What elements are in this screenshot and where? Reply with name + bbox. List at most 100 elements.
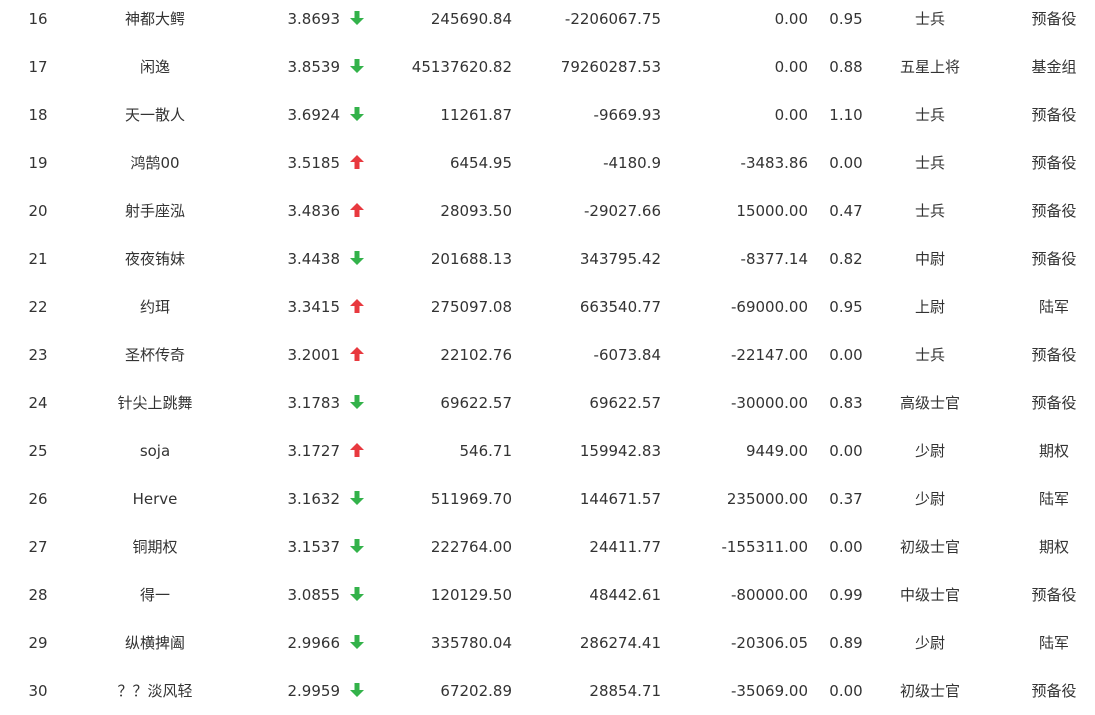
value-1-cell: 275097.08 [430, 298, 512, 316]
arrow-down-icon [346, 571, 368, 619]
group-cell: 基金组 [1031, 58, 1077, 76]
arrow-down-icon [346, 667, 368, 715]
score-cell: 2.9959 [287, 682, 341, 700]
name-cell: Herve [132, 490, 178, 508]
group-cell: 预备役 [1031, 346, 1077, 364]
score-cell: 3.6924 [287, 106, 341, 124]
table-row[interactable]: 25 soja 3.1727 546.71 159942.83 9449.00 0.00 少尉… [0, 427, 1095, 475]
table-row[interactable]: 19 鸿鹄00 3.5185 6454.95 -4180.9 -3483.86 0.00 士兵… [0, 139, 1095, 187]
score-cell: 3.1783 [287, 394, 341, 412]
table-row[interactable]: 23 圣杯传奇 3.2001 22102.76 -6073.84 -22147.00 0.0… [0, 331, 1095, 379]
name-cell: 铜期权 [132, 538, 178, 556]
table-row[interactable]: 28 得一 3.0855 120129.50 48442.61 -80000.00 0.99… [0, 571, 1095, 619]
rank-title-cell: 高级士官 [899, 394, 960, 412]
ratio-cell: 0.00 [829, 538, 863, 556]
value-3-cell: 0.00 [774, 10, 808, 28]
value-1-cell: 201688.13 [430, 250, 512, 268]
rank-cell: 26 [28, 490, 48, 508]
score-cell: 3.8693 [287, 10, 341, 28]
rank-title-cell: 上尉 [914, 298, 945, 316]
name-cell: 圣杯传奇 [124, 346, 185, 364]
table-row[interactable]: 27 铜期权 3.1537 222764.00 24411.77 -155311.00 0.… [0, 523, 1095, 571]
value-2-cell: -2206067.75 [564, 10, 661, 28]
group-cell: 预备役 [1031, 682, 1077, 700]
name-cell: 天一散人 [124, 106, 185, 124]
ranking-table: 16 神都大鳄 3.8693 245690.84 -2206067.75 0.00 0.95… [0, 0, 1095, 710]
score-cell: 3.4438 [287, 250, 341, 268]
value-3-cell: 235000.00 [726, 490, 808, 508]
ratio-cell: 1.10 [829, 106, 863, 124]
score-cell: 3.5185 [287, 154, 341, 172]
table-row[interactable]: 17 闲逸 3.8539 45137620.82 79260287.53 0.00 0.88… [0, 43, 1095, 91]
rank-title-cell: 少尉 [914, 442, 945, 460]
ratio-cell: 0.47 [829, 202, 863, 220]
value-2-cell: -4180.9 [603, 154, 661, 172]
value-1-cell: 6454.95 [449, 154, 512, 172]
table-row[interactable]: 20 射手座泓 3.4836 28093.50 -29027.66 15000.00 0.4… [0, 187, 1095, 235]
value-2-cell: 663540.77 [579, 298, 661, 316]
score-cell: 2.9966 [287, 634, 341, 652]
value-3-cell: -8377.14 [740, 250, 808, 268]
value-1-cell: 69622.57 [440, 394, 512, 412]
arrow-down-icon [346, 43, 368, 91]
table-row[interactable]: 30 ？？淡风轻 2.9959 67202.89 28854.71 -35069.00 0.… [0, 667, 1095, 715]
arrow-down-icon [346, 379, 368, 427]
rank-title-cell: 中级士官 [899, 586, 960, 604]
name-cell: 鸿鹄00 [130, 154, 180, 172]
ratio-cell: 0.00 [829, 154, 863, 172]
value-1-cell: 335780.04 [430, 634, 512, 652]
name-cell: 夜夜铕妹 [124, 250, 185, 268]
group-cell: 预备役 [1031, 202, 1077, 220]
rank-title-cell: 少尉 [914, 490, 945, 508]
score-cell: 3.3415 [287, 298, 341, 316]
table-row[interactable]: 29 纵横捭阖 2.9966 335780.04 286274.41 -20306.05 0… [0, 619, 1095, 667]
value-1-cell: 222764.00 [430, 538, 512, 556]
value-1-cell: 546.71 [459, 442, 513, 460]
rank-title-cell: 士兵 [914, 106, 945, 124]
rank-cell: 17 [28, 58, 48, 76]
ratio-cell: 0.95 [829, 298, 863, 316]
value-2-cell: -6073.84 [593, 346, 661, 364]
value-2-cell: 159942.83 [579, 442, 661, 460]
value-3-cell: -22147.00 [731, 346, 808, 364]
group-cell: 期权 [1038, 442, 1069, 460]
value-3-cell: 15000.00 [736, 202, 808, 220]
name-cell: 闲逸 [139, 58, 170, 76]
rank-cell: 25 [28, 442, 48, 460]
score-cell: 3.1727 [287, 442, 341, 460]
rank-cell: 30 [28, 682, 48, 700]
group-cell: 预备役 [1031, 250, 1077, 268]
ratio-cell: 0.00 [829, 442, 863, 460]
table-row[interactable]: 26 Herve 3.1632 511969.70 144671.57 235000.00… [0, 475, 1095, 523]
name-cell: 纵横捭阖 [124, 634, 185, 652]
value-1-cell: 28093.50 [440, 202, 512, 220]
arrow-down-icon [346, 91, 368, 139]
value-2-cell: -29027.66 [584, 202, 661, 220]
value-2-cell: 28854.71 [589, 682, 661, 700]
score-cell: 3.1632 [287, 490, 341, 508]
ratio-cell: 0.89 [829, 634, 863, 652]
name-cell: ？？淡风轻 [117, 682, 193, 700]
value-3-cell: -69000.00 [731, 298, 808, 316]
rank-cell: 22 [28, 298, 48, 316]
ratio-cell: 0.95 [829, 10, 863, 28]
value-2-cell: 144671.57 [579, 490, 661, 508]
score-cell: 3.1537 [287, 538, 341, 556]
rank-title-cell: 少尉 [914, 634, 945, 652]
rank-cell: 24 [28, 394, 48, 412]
table-row[interactable]: 22 约珥 3.3415 275097.08 663540.77 -69000.00 0.9… [0, 283, 1095, 331]
rank-title-cell: 中尉 [914, 250, 945, 268]
rank-title-cell: 士兵 [914, 202, 945, 220]
group-cell: 预备役 [1031, 154, 1077, 172]
table-row[interactable]: 21 夜夜铕妹 3.4438 201688.13 343795.42 -8377.14 0.… [0, 235, 1095, 283]
table-row[interactable]: 24 针尖上跳舞 3.1783 69622.57 69622.57 -30000.00 0.… [0, 379, 1095, 427]
table-row[interactable]: 18 天一散人 3.6924 11261.87 -9669.93 0.00 1.10 士兵 预备… [0, 91, 1095, 139]
value-2-cell: -9669.93 [593, 106, 661, 124]
score-cell: 3.2001 [287, 346, 341, 364]
value-3-cell: -155311.00 [721, 538, 808, 556]
rank-cell: 19 [28, 154, 48, 172]
table-row[interactable]: 16 神都大鳄 3.8693 245690.84 -2206067.75 0.00 0.95… [0, 0, 1095, 43]
ratio-cell: 0.83 [829, 394, 863, 412]
rank-title-cell: 初级士官 [899, 682, 960, 700]
value-2-cell: 343795.42 [579, 250, 661, 268]
